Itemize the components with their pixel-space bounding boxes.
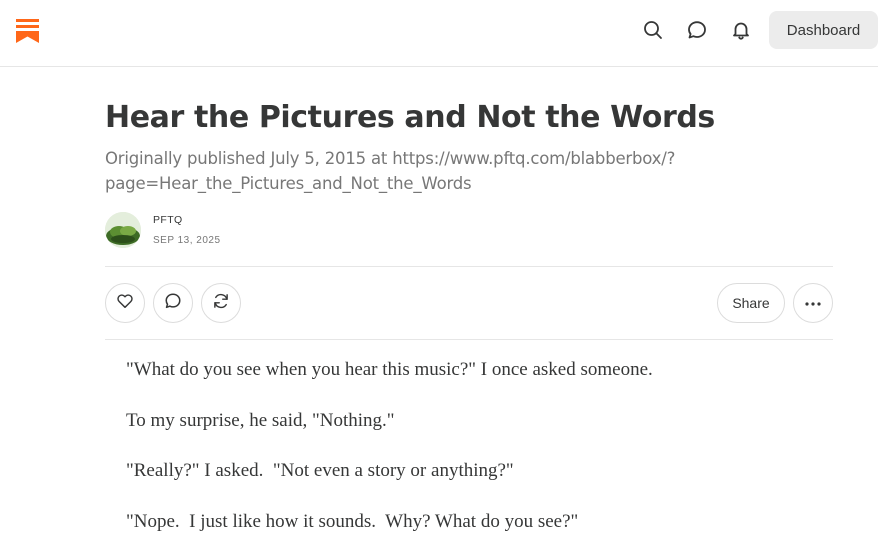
paragraph: "What do you see when you hear this musi… bbox=[126, 359, 653, 380]
paragraph: To my surprise, he said, "Nothing." bbox=[126, 409, 395, 431]
publish-date: SEP 13, 2025 bbox=[153, 235, 221, 246]
divider bbox=[105, 266, 833, 267]
subtitle-line: page=Hear_the_Pictures_and_Not_the_Words bbox=[105, 174, 472, 193]
comment-button[interactable] bbox=[153, 283, 193, 323]
top-bar: Dashboard bbox=[0, 0, 878, 67]
restack-button[interactable] bbox=[201, 283, 241, 323]
paragraph: "Nope. I just like how it sounds. Why? W… bbox=[126, 510, 579, 532]
subtitle-line: Originally published July 5, 2015 at htt… bbox=[105, 149, 676, 168]
comment-icon bbox=[164, 292, 182, 315]
chat-icon[interactable] bbox=[684, 17, 710, 43]
divider bbox=[105, 339, 833, 340]
more-options-button[interactable] bbox=[793, 283, 833, 323]
substack-logo-icon[interactable] bbox=[16, 19, 39, 43]
restack-icon bbox=[212, 292, 230, 315]
heart-icon bbox=[116, 292, 134, 315]
paragraph: "Really?" I asked. "Not even a story or … bbox=[126, 460, 514, 481]
more-icon bbox=[804, 294, 822, 312]
like-button[interactable] bbox=[105, 283, 145, 323]
avatar[interactable] bbox=[105, 212, 141, 248]
bell-icon[interactable] bbox=[728, 17, 754, 43]
share-button[interactable]: Share bbox=[717, 283, 785, 323]
dashboard-button[interactable]: Dashboard bbox=[769, 11, 878, 49]
article-subtitle: Originally published July 5, 2015 at htt… bbox=[105, 146, 705, 196]
search-icon[interactable] bbox=[640, 17, 666, 43]
author-name[interactable]: PFTQ bbox=[153, 214, 183, 226]
article-title: Hear the Pictures and Not the Words bbox=[105, 100, 715, 135]
article-body: "What do you see when you hear this musi… bbox=[126, 356, 826, 549]
